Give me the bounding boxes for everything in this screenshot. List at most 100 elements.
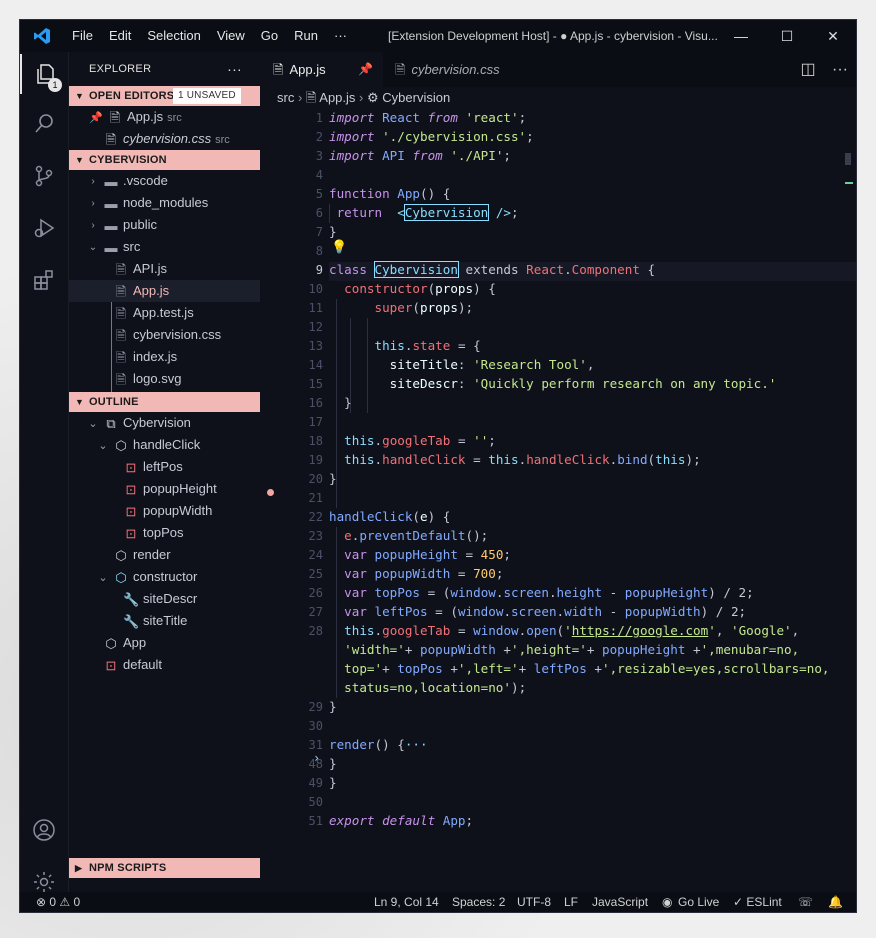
outline-item[interactable]: 🔧 siteDescr [69,588,260,610]
folder-item[interactable]: ⌄ ▬ src [69,236,260,258]
line-number: 6 [315,206,323,220]
breadcrumb-symbol[interactable]: Cybervision [382,90,450,105]
chevron-right-icon: › [91,197,95,209]
npm-scripts-section[interactable]: ▶ NPM SCRIPTS [69,858,260,878]
tab-cybervision-css[interactable]: 🗎 cybervision.css [383,52,515,87]
chevron-down-icon: ⌄ [88,417,98,430]
open-editors-section[interactable]: ▼ OPEN EDITORS 1 UNSAVED [69,86,260,106]
outline-item[interactable]: ⬡ render [69,544,260,566]
maximize-button[interactable]: ☐ [764,20,810,52]
outline-item[interactable]: ⌄ ⧉ Cybervision [69,412,260,434]
file-name: API.js [133,261,167,276]
open-editor-item[interactable]: 🗎 cybervision.css src [69,128,260,150]
pin-icon[interactable]: 📌 [89,107,103,129]
code-line: import React from 'react'; [329,110,526,125]
accounts-icon[interactable] [20,810,68,850]
code-editor[interactable]: 💡 › 1 2 3 4 5 6 7 8 9 10 11 12 13 14 15 16 17 18 19 20 21 22 2… [261,109,856,896]
encoding[interactable]: UTF-8 [517,892,551,912]
menu-item[interactable]: Edit [101,20,139,52]
code-token: () { [374,737,405,752]
breadcrumb-file[interactable]: App.js [319,90,355,105]
go-live-button[interactable]: Go Live [678,892,719,912]
scrollbar-thumb[interactable] [845,153,851,165]
code-token: : [457,376,474,391]
extensions-icon[interactable] [20,260,68,300]
cursor-position[interactable]: Ln 9, Col 14 [374,892,439,912]
menu-item[interactable]: ··· [326,20,355,52]
file-item[interactable]: 🗎 cybervision.css [69,324,260,346]
menu-item[interactable]: Go [253,20,286,52]
chevron-right-icon: › [359,90,367,105]
code-token: + [685,642,701,657]
menu-item[interactable]: File [64,20,101,52]
outline-item[interactable]: ⊡ popupWidth [69,500,260,522]
tab-app-js[interactable]: 🗎 App.js 📌 [261,52,383,87]
code-token: this [374,338,405,353]
file-item[interactable]: 🗎 API.js [69,258,260,280]
file-item[interactable]: 🗎 App.js [69,280,260,302]
open-editor-item[interactable]: 📌 🗎 App.js src [69,106,260,128]
method-cube-icon: ⬡ [115,569,127,585]
code-token: popupWidth [420,642,496,657]
menu-item[interactable]: View [209,20,253,52]
folder-item[interactable]: › ▬ .vscode [69,170,260,192]
code-token: , [715,623,731,638]
open-editors-list: 📌 🗎 App.js src 🗎 cybervision.css src [69,106,260,150]
line-number: 4 [315,168,323,182]
explorer-icon[interactable]: 1 [20,54,68,94]
pin-icon[interactable]: 📌 [358,52,373,87]
class-icon: ⧉ [106,415,116,431]
project-section[interactable]: ▼ CYBERVISION [69,150,260,170]
indentation[interactable]: Spaces: 2 [452,892,505,912]
menu-item[interactable]: Selection [139,20,208,52]
feedback-icon[interactable]: ☏ [798,892,813,912]
code-token: Component [571,262,640,277]
split-editor-icon[interactable]: ◫ [792,52,824,87]
outline-section[interactable]: ▼ OUTLINE [69,392,260,412]
explorer-more-button[interactable]: ··· [227,52,242,86]
end-of-line[interactable]: LF [564,892,578,912]
code-token: window [450,585,496,600]
line-number: 9 [315,263,323,277]
file-item[interactable]: 🗎 index.js [69,346,260,368]
eslint-status[interactable]: ✓ ESLint [733,892,782,912]
code-line: import API from './API'; [329,148,511,163]
problems-indicator[interactable]: ⊗ 0 ⚠ 0 [36,892,80,912]
source-control-icon[interactable] [20,156,68,196]
close-button[interactable]: ✕ [810,20,856,52]
code-token: 'width=' [344,642,405,657]
code-token: . [374,452,383,467]
outline-item[interactable]: ⬡ App [69,632,260,654]
outline-item[interactable]: ⊡ topPos [69,522,260,544]
outline-item[interactable]: ⊡ leftPos [69,456,260,478]
folder-item[interactable]: › ▬ public [69,214,260,236]
explorer-header: EXPLORER ··· [69,52,260,86]
outline-item[interactable]: ⊡ popupHeight [69,478,260,500]
folder-item[interactable]: › ▬ node_modules [69,192,260,214]
search-icon[interactable] [20,104,68,144]
language-mode[interactable]: JavaScript [592,892,648,912]
outline-item[interactable]: 🔧 siteTitle [69,610,260,632]
notifications-bell-icon[interactable]: 🔔 [828,892,843,912]
code-token: import [329,110,383,125]
code-line: } [329,699,337,714]
outline-item[interactable]: ⌄ ⬡ handleClick [69,434,260,456]
method-cube-icon: ⬡ [115,547,127,563]
file-item[interactable]: 🗎 App.test.js [69,302,260,324]
run-debug-icon[interactable] [20,208,68,248]
code-token: default [382,813,443,828]
outline-item[interactable]: ⌄ ⬡ constructor [69,566,260,588]
lightbulb-icon[interactable]: 💡 [331,240,347,255]
outline-item[interactable]: ⊡ default [69,654,260,676]
menu-item[interactable]: Run [286,20,326,52]
code-token: import [329,129,383,144]
file-name: App.test.js [133,305,194,320]
file-item[interactable]: 🗎 logo.svg [69,368,260,390]
minimize-button[interactable]: — [718,20,764,52]
more-actions-icon[interactable]: ··· [824,52,856,87]
breadcrumb-folder[interactable]: src [277,90,294,105]
code-token: export [329,813,383,828]
